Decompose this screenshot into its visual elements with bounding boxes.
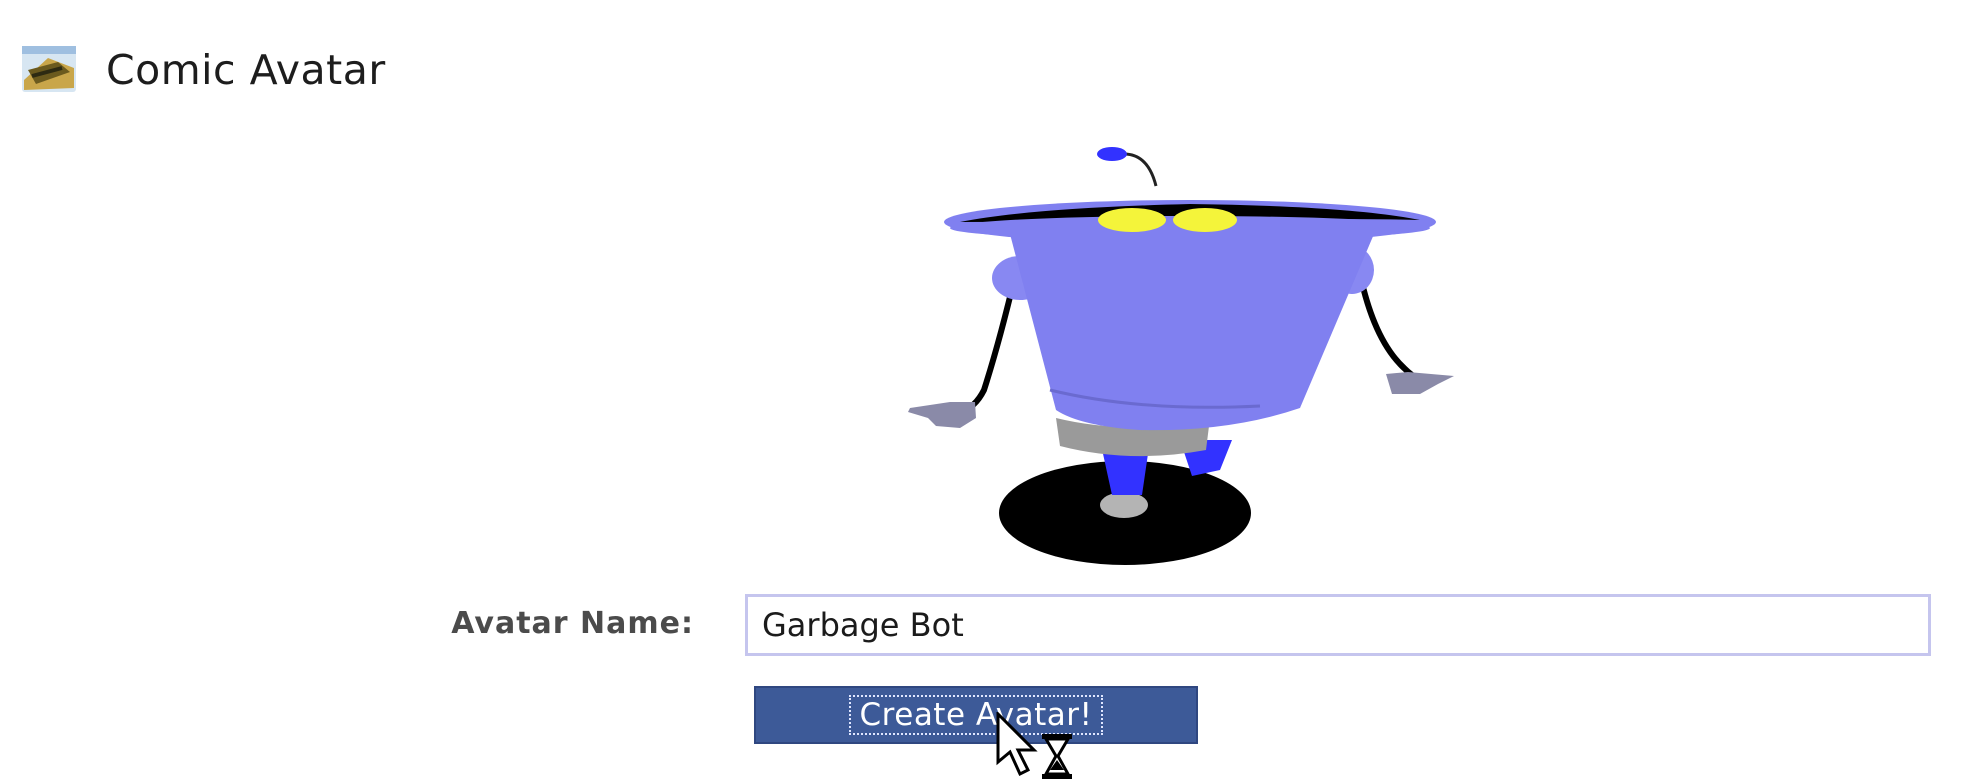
avatar-name-input[interactable] bbox=[745, 594, 1931, 656]
comic-avatar-app-icon bbox=[22, 46, 76, 92]
create-avatar-button-label: Create Avatar! bbox=[848, 695, 1104, 735]
avatar-name-label: Avatar Name: bbox=[451, 606, 694, 641]
robot-avatar-image bbox=[908, 147, 1454, 565]
app-header: Comic Avatar bbox=[18, 40, 386, 100]
create-avatar-button[interactable]: Create Avatar! bbox=[754, 686, 1198, 744]
page-title: Comic Avatar bbox=[106, 45, 386, 94]
